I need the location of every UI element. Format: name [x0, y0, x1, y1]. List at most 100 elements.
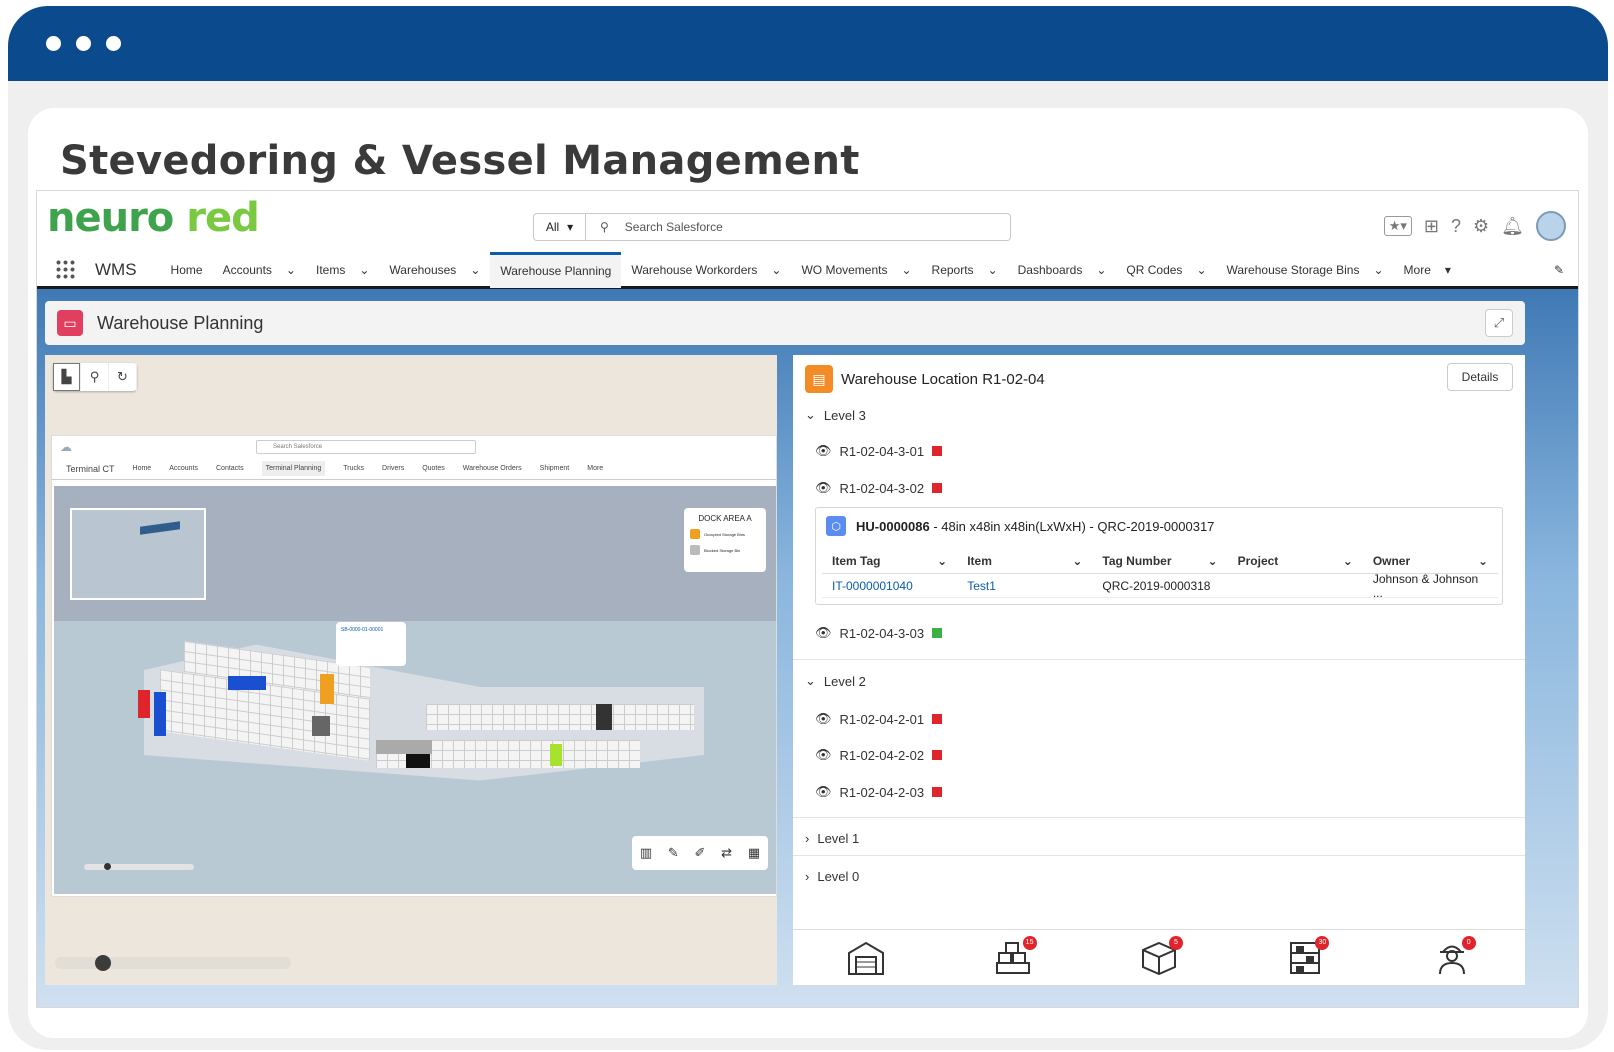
blocked-bin[interactable]	[312, 716, 330, 736]
caret-down-icon: ▾	[567, 220, 574, 234]
tab-dashboards[interactable]: Dashboards ⌄	[1008, 252, 1117, 288]
warehouse-icon[interactable]	[844, 936, 888, 980]
level-3-toggle[interactable]: ⌄ Level 3	[805, 407, 866, 423]
avatar[interactable]	[1536, 211, 1566, 241]
eye-icon[interactable]: 👁︎	[815, 443, 832, 459]
embedded-header: ☁ Search Salesforce	[52, 436, 776, 458]
chevron-down-icon: ⌄	[1096, 262, 1107, 277]
occupied-bin[interactable]	[228, 676, 266, 690]
map-panel: ▙ ⚲ ↻ ☁ Search Salesforce Terminal CT Ho…	[45, 355, 777, 985]
occupied-bin[interactable]	[154, 692, 166, 736]
eye-icon[interactable]: 👁︎	[815, 625, 832, 641]
window-dot	[46, 36, 61, 51]
embedded-nav: Terminal CT Home Accounts Contacts Termi…	[52, 458, 776, 480]
help-icon[interactable]: ?	[1451, 216, 1461, 237]
eye-icon[interactable]: 👁︎	[815, 711, 832, 727]
edit-pencil-icon[interactable]: ✎	[1554, 263, 1564, 277]
tab-reports[interactable]: Reports ⌄	[922, 252, 1008, 288]
tab-wo-movements[interactable]: WO Movements ⌄	[791, 252, 921, 288]
bin-row[interactable]: 👁︎ R1-02-04-3-03	[815, 625, 943, 641]
refresh-icon[interactable]: ↻	[109, 363, 137, 391]
barcode-icon[interactable]: ▥	[640, 845, 652, 861]
bin-row[interactable]: 👁︎ R1-02-04-3-01	[815, 443, 943, 459]
count-badge: 0	[1461, 935, 1476, 950]
divider	[793, 855, 1525, 856]
calendar-icon[interactable]: ▦	[748, 845, 760, 861]
pencil-icon[interactable]: ✎	[668, 845, 679, 861]
zoom-handle[interactable]	[95, 955, 111, 971]
blocked-bin[interactable]	[376, 740, 432, 754]
occupied-bin[interactable]	[550, 744, 562, 766]
expand-icon[interactable]: ⤢	[1485, 309, 1513, 337]
tab-accounts[interactable]: Accounts ⌄	[213, 252, 306, 288]
occupied-bin[interactable]	[138, 690, 150, 718]
zoom-slider[interactable]	[55, 955, 291, 971]
tab-warehouses[interactable]: Warehouses ⌄	[379, 252, 490, 288]
column-header[interactable]: Item Tag ⌄	[822, 548, 957, 573]
eye-icon[interactable]: 👁︎	[815, 480, 832, 496]
level-1-toggle[interactable]: › Level 1	[805, 831, 859, 846]
chevron-down-icon: ⌄	[771, 262, 782, 277]
add-icon[interactable]: ⊞	[1424, 216, 1439, 237]
gear-icon[interactable]: ⚙	[1473, 216, 1489, 237]
search-scope-dropdown[interactable]: All ▾	[534, 214, 586, 240]
details-button[interactable]: Details	[1447, 363, 1513, 391]
shelves-icon[interactable]: 30	[1283, 935, 1330, 980]
layers-icon[interactable]: ▙	[53, 363, 81, 391]
brand-logo: neuro red	[47, 195, 260, 241]
handling-unit-card: ⬡ HU-0000086 - 48in x48in x48in(LxWxH) - …	[815, 507, 1503, 605]
map-slider[interactable]	[84, 863, 194, 870]
bell-icon[interactable]: 🔔︎	[1501, 216, 1524, 237]
bottom-toolbar: 15 5 30 0	[793, 929, 1525, 985]
terminal-map[interactable]: DOCK AREA A Occupied Storage Bins Blocke…	[54, 486, 776, 894]
eye-icon[interactable]: 👁︎	[815, 784, 832, 800]
status-square	[932, 483, 943, 493]
window-dot	[76, 36, 91, 51]
favorites-icon[interactable]: ★▾	[1383, 216, 1412, 236]
occupied-bin[interactable]	[596, 704, 612, 730]
workspace: ▭ Warehouse Planning ⤢ ▙ ⚲ ↻ ☁ Search Sa…	[37, 289, 1578, 1007]
boxes-icon[interactable]: 15	[991, 935, 1037, 980]
column-header[interactable]: Tag Number ⌄	[1092, 548, 1227, 573]
owner-cell: Johnson & Johnson ...	[1372, 571, 1479, 600]
dock-legend: DOCK AREA A Occupied Storage Bins Blocke…	[684, 508, 766, 572]
bin-row[interactable]: 👁︎ R1-02-04-2-03	[815, 784, 943, 800]
tab-home[interactable]: Home	[161, 252, 213, 288]
eye-icon[interactable]: 👁︎	[815, 747, 832, 763]
chevron-down-icon: ⌄	[1072, 553, 1083, 568]
title-bar	[8, 6, 1608, 81]
occupied-bin[interactable]	[320, 674, 334, 704]
sync-icon[interactable]: ⇄	[721, 845, 732, 861]
tab-warehouse-storage-bins[interactable]: Warehouse Storage Bins ⌄	[1217, 252, 1394, 288]
search-icon[interactable]: ⚲	[81, 363, 109, 391]
occupied-bin[interactable]	[406, 754, 430, 768]
global-search[interactable]: All ▾ ⚲ Search Salesforce	[533, 213, 1011, 241]
tab-qr-codes[interactable]: QR Codes ⌄	[1116, 252, 1216, 288]
bin-row[interactable]: 👁︎ R1-02-04-2-02	[815, 747, 943, 763]
search-input[interactable]: ⚲ Search Salesforce	[600, 220, 723, 234]
level-0-toggle[interactable]: › Level 0	[805, 869, 859, 884]
overview-minimap[interactable]	[70, 508, 206, 600]
item-link[interactable]: Test1	[957, 574, 1092, 597]
chevron-down-icon: ⌄	[1342, 553, 1353, 568]
item-tag-link[interactable]: IT-0000001040	[822, 574, 957, 597]
level-2-toggle[interactable]: ⌄ Level 2	[805, 673, 866, 689]
chevron-down-icon: ⌄	[285, 262, 296, 277]
app-name: WMS	[95, 259, 137, 279]
bin-row[interactable]: 👁︎ R1-02-04-3-02	[815, 480, 943, 496]
worker-icon[interactable]: 0	[1430, 935, 1476, 980]
tab-items[interactable]: Items ⌄	[306, 252, 379, 288]
package-icon[interactable]: 5	[1137, 935, 1183, 980]
column-header[interactable]: Owner ⌄	[1363, 548, 1498, 573]
status-square	[932, 628, 943, 638]
page-header: ▭ Warehouse Planning ⤢	[45, 301, 1525, 345]
tab-warehouse-workorders[interactable]: Warehouse Workorders ⌄	[621, 252, 791, 288]
bin-row[interactable]: 👁︎ R1-02-04-2-01	[815, 711, 943, 727]
column-header[interactable]: Project ⌄	[1228, 548, 1363, 573]
column-header[interactable]: Item ⌄	[957, 548, 1092, 573]
app-launcher-icon[interactable]	[55, 258, 77, 281]
tab-more[interactable]: More ▾	[1394, 252, 1461, 288]
divider	[793, 659, 1525, 660]
tab-warehouse-planning[interactable]: Warehouse Planning	[490, 251, 622, 288]
pencil-icon[interactable]: ✐	[695, 845, 706, 861]
